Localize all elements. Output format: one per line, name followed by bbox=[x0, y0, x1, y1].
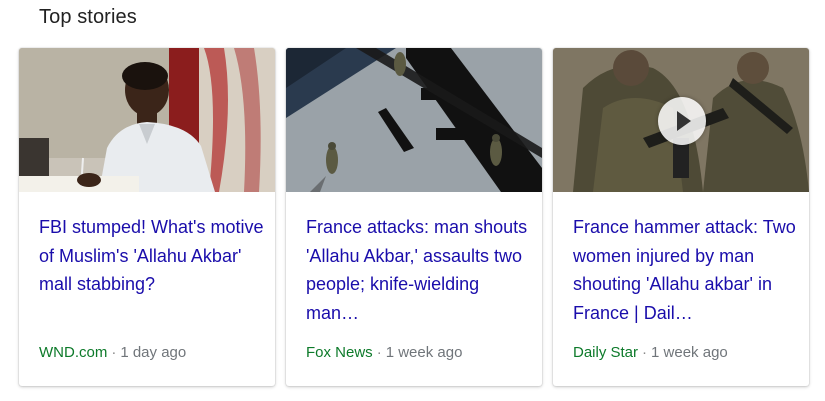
meta-separator: · bbox=[111, 344, 117, 361]
section-title: Top stories bbox=[39, 6, 137, 28]
story-headline[interactable]: FBI stumped! What's motive of Muslim's '… bbox=[39, 213, 265, 299]
story-meta: Fox News · 1 week ago bbox=[306, 344, 462, 361]
story-meta: Daily Star · 1 week ago bbox=[573, 344, 728, 361]
story-thumbnail-3[interactable] bbox=[553, 48, 809, 192]
story-thumbnail-2[interactable] bbox=[286, 48, 542, 192]
story-thumbnail-1[interactable] bbox=[19, 48, 275, 192]
meta-separator: · bbox=[376, 344, 382, 361]
story-source: WND.com bbox=[39, 344, 108, 361]
meta-separator: · bbox=[642, 344, 648, 361]
story-headline[interactable]: France hammer attack: Two women injured … bbox=[573, 213, 799, 327]
play-video-icon[interactable] bbox=[658, 97, 706, 145]
story-meta: WND.com · 1 day ago bbox=[39, 344, 186, 361]
story-card-3[interactable]: France hammer attack: Two women injured … bbox=[553, 48, 809, 386]
story-card-1[interactable]: FBI stumped! What's motive of Muslim's '… bbox=[19, 48, 275, 386]
story-source: Fox News bbox=[306, 344, 373, 361]
photo-aerial-soldiers-icon bbox=[286, 48, 542, 192]
photo-man-at-desk-icon bbox=[19, 48, 275, 192]
story-card-2[interactable]: France attacks: man shouts 'Allahu Akbar… bbox=[286, 48, 542, 386]
story-time: 1 week ago bbox=[651, 344, 728, 361]
story-time: 1 day ago bbox=[120, 344, 187, 361]
story-headline[interactable]: France attacks: man shouts 'Allahu Akbar… bbox=[306, 213, 532, 327]
story-time: 1 week ago bbox=[385, 344, 463, 361]
story-source: Daily Star bbox=[573, 344, 639, 361]
